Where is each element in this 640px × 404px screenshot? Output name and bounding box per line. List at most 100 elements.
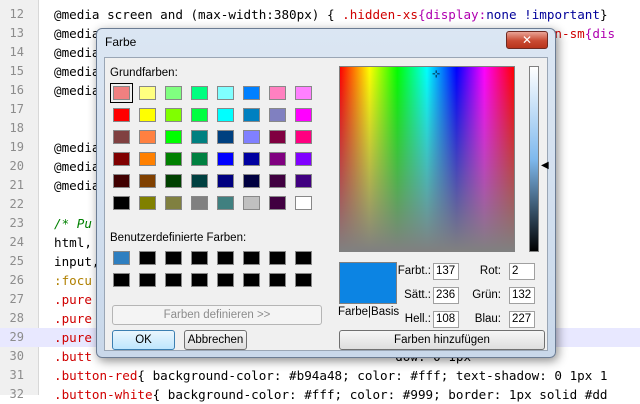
- basic-color-swatch[interactable]: [191, 174, 208, 188]
- color-spectrum[interactable]: ⊹: [339, 66, 515, 252]
- basic-color-swatch[interactable]: [113, 174, 130, 188]
- define-custom-colors-button[interactable]: Farben definieren >>: [112, 305, 322, 325]
- cancel-button[interactable]: Abbrechen: [184, 330, 247, 350]
- basic-color-swatch[interactable]: [191, 130, 208, 144]
- basic-color-swatch[interactable]: [295, 108, 312, 122]
- code-token: @media: [54, 159, 100, 174]
- color-preview: [339, 262, 397, 304]
- custom-color-swatch[interactable]: [217, 251, 234, 265]
- basic-color-swatch[interactable]: [165, 86, 182, 100]
- line-number: 24: [9, 235, 24, 249]
- code-token: }: [599, 7, 608, 22]
- code-token: {dis: [584, 26, 616, 41]
- basic-color-swatch[interactable]: [139, 152, 156, 166]
- custom-color-swatch[interactable]: [243, 273, 260, 287]
- basic-color-swatch[interactable]: [165, 152, 182, 166]
- basic-color-swatch[interactable]: [243, 130, 260, 144]
- basic-color-swatch[interactable]: [191, 152, 208, 166]
- luminance-arrow-icon[interactable]: ◀: [541, 161, 549, 171]
- basic-color-swatch[interactable]: [217, 196, 234, 210]
- code-token: @media: [54, 178, 100, 193]
- code-text: :focu: [54, 271, 92, 290]
- hue-input[interactable]: 137: [433, 263, 459, 280]
- custom-color-swatch[interactable]: [191, 251, 208, 265]
- basic-color-swatch[interactable]: [113, 108, 130, 122]
- basic-color-swatch[interactable]: [165, 130, 182, 144]
- basic-color-swatch[interactable]: [113, 130, 130, 144]
- basic-color-swatch[interactable]: [217, 130, 234, 144]
- line-number: 16: [9, 83, 24, 97]
- custom-color-swatch[interactable]: [269, 251, 286, 265]
- dialog-titlebar[interactable]: Farbe ✕: [97, 29, 555, 57]
- custom-color-swatch[interactable]: [217, 273, 234, 287]
- red-input[interactable]: 2: [509, 263, 535, 280]
- basic-color-swatch[interactable]: [113, 196, 130, 210]
- custom-color-swatch[interactable]: [295, 273, 312, 287]
- add-to-custom-colors-button[interactable]: Farben hinzufügen: [339, 330, 545, 350]
- basic-color-swatch[interactable]: [295, 130, 312, 144]
- basic-color-swatch[interactable]: [139, 130, 156, 144]
- ok-button[interactable]: OK: [112, 330, 175, 350]
- spectrum-crosshair-icon: ⊹: [432, 69, 441, 80]
- close-button[interactable]: ✕: [506, 31, 548, 49]
- line-number: 21: [9, 178, 24, 192]
- custom-color-swatch[interactable]: [139, 273, 156, 287]
- basic-color-swatch[interactable]: [191, 196, 208, 210]
- basic-color-swatch[interactable]: [110, 83, 133, 103]
- basic-color-swatch[interactable]: [165, 108, 182, 122]
- code-line[interactable]: 12 @media screen and (max-width:380px) { …: [0, 5, 640, 24]
- code-line[interactable]: 31 .button-red{ background-color: #b94a48…: [0, 366, 640, 385]
- basic-color-swatch[interactable]: [139, 108, 156, 122]
- custom-color-swatch[interactable]: [113, 251, 130, 265]
- green-input[interactable]: 132: [509, 287, 535, 304]
- basic-color-swatch[interactable]: [191, 108, 208, 122]
- basic-color-swatch[interactable]: [243, 86, 260, 100]
- luminance-input[interactable]: 108: [433, 311, 459, 328]
- code-token: @media screen and (max-width:380px) {: [54, 7, 343, 22]
- basic-color-swatch[interactable]: [139, 86, 156, 100]
- saturation-input[interactable]: 236: [433, 287, 459, 304]
- custom-color-swatch[interactable]: [113, 273, 130, 287]
- code-token: html,: [54, 235, 92, 250]
- basic-color-swatch[interactable]: [269, 174, 286, 188]
- basic-color-swatch[interactable]: [217, 86, 234, 100]
- custom-color-swatch[interactable]: [243, 251, 260, 265]
- custom-color-swatch[interactable]: [139, 251, 156, 265]
- line-number: 26: [9, 273, 24, 287]
- custom-color-swatch[interactable]: [165, 273, 182, 287]
- basic-color-swatch[interactable]: [139, 196, 156, 210]
- basic-color-swatch[interactable]: [217, 174, 234, 188]
- basic-color-swatch[interactable]: [269, 130, 286, 144]
- basic-color-swatch[interactable]: [295, 86, 312, 100]
- line-number: 18: [9, 121, 24, 135]
- basic-color-swatch[interactable]: [191, 86, 208, 100]
- basic-color-swatch[interactable]: [243, 196, 260, 210]
- line-number: 25: [9, 254, 24, 268]
- custom-color-swatch[interactable]: [165, 251, 182, 265]
- basic-color-swatch[interactable]: [295, 152, 312, 166]
- luminance-slider[interactable]: [529, 66, 539, 252]
- custom-color-swatch[interactable]: [295, 251, 312, 265]
- basic-color-swatch[interactable]: [217, 108, 234, 122]
- basic-color-swatch[interactable]: [139, 174, 156, 188]
- basic-color-swatch[interactable]: [243, 174, 260, 188]
- basic-color-swatch[interactable]: [217, 152, 234, 166]
- basic-color-swatch[interactable]: [243, 152, 260, 166]
- basic-color-swatch[interactable]: [243, 108, 260, 122]
- code-text: .button-red{ background-color: #b94a48; …: [54, 366, 608, 385]
- basic-color-swatch[interactable]: [113, 152, 130, 166]
- basic-color-swatch[interactable]: [165, 196, 182, 210]
- blue-input[interactable]: 227: [509, 311, 535, 328]
- custom-color-swatch[interactable]: [191, 273, 208, 287]
- basic-color-swatch[interactable]: [295, 196, 312, 210]
- basic-color-swatch[interactable]: [295, 174, 312, 188]
- basic-color-swatch[interactable]: [269, 152, 286, 166]
- basic-color-swatch[interactable]: [165, 174, 182, 188]
- preview-label: Farbe|Basis: [338, 306, 400, 318]
- basic-color-swatch[interactable]: [269, 86, 286, 100]
- basic-color-swatch[interactable]: [269, 108, 286, 122]
- code-token: .hidden-xs: [342, 7, 418, 22]
- custom-color-swatch[interactable]: [269, 273, 286, 287]
- line-number: 12: [9, 7, 24, 21]
- basic-color-swatch[interactable]: [269, 196, 286, 210]
